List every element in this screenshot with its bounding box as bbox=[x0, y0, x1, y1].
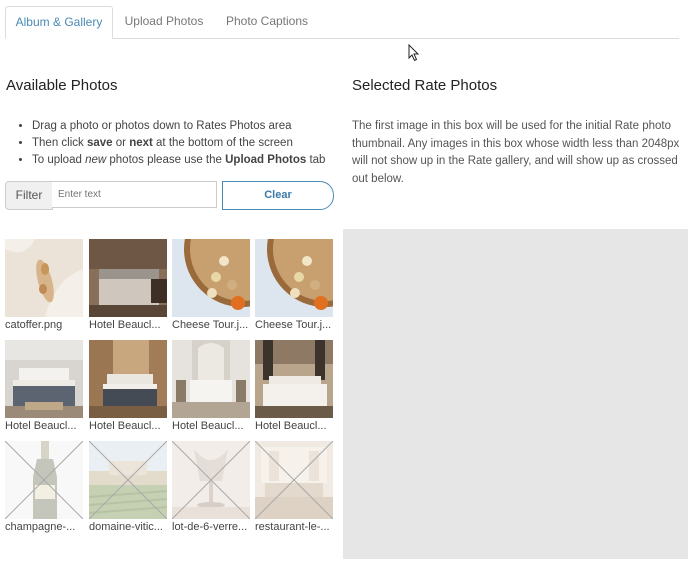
available-photos-heading: Available Photos bbox=[6, 77, 118, 94]
photo-tile[interactable]: Hotel Beaucl... bbox=[89, 340, 167, 432]
selected-rate-photos-drop-area[interactable] bbox=[343, 229, 688, 559]
photo-thumbnail bbox=[255, 340, 333, 418]
photo-caption: domaine-vitic... bbox=[89, 521, 163, 533]
crossed-out-icon bbox=[172, 441, 250, 519]
photo-caption: Hotel Beaucl... bbox=[172, 420, 244, 432]
photo-thumbnail bbox=[89, 239, 167, 317]
photo-thumbnail bbox=[5, 340, 83, 418]
photo-tile-crossed-out[interactable]: lot-de-6-verre... bbox=[172, 441, 250, 533]
photo-caption: Hotel Beaucl... bbox=[255, 420, 327, 432]
selected-photos-description: The first image in this box will be used… bbox=[352, 120, 680, 185]
crossed-out-icon bbox=[255, 441, 333, 519]
mouse-cursor-icon bbox=[408, 44, 420, 62]
photo-caption: lot-de-6-verre... bbox=[172, 521, 248, 533]
tab-album-gallery[interactable]: Album & Gallery bbox=[5, 6, 113, 39]
photo-tile-crossed-out[interactable]: domaine-vitic... bbox=[89, 441, 167, 533]
photo-tile[interactable]: Cheese Tour.j... bbox=[255, 239, 333, 331]
photo-thumbnail bbox=[255, 441, 333, 519]
photo-thumbnail bbox=[5, 239, 83, 317]
crossed-out-icon bbox=[5, 441, 83, 519]
photo-caption: champagne-... bbox=[5, 521, 76, 533]
instruction-item: Drag a photo or photos down to Rates Pho… bbox=[32, 118, 325, 135]
instruction-item: To upload new photos please use the Uplo… bbox=[32, 152, 325, 169]
photo-thumbnail bbox=[5, 441, 83, 519]
photo-tile[interactable]: Cheese Tour.j... bbox=[172, 239, 250, 331]
photo-caption: Hotel Beaucl... bbox=[5, 420, 77, 432]
photo-tile[interactable]: Hotel Beaucl... bbox=[89, 239, 167, 331]
photo-caption: Hotel Beaucl... bbox=[89, 420, 161, 432]
photo-thumbnail bbox=[172, 239, 250, 317]
photo-tile-crossed-out[interactable]: restaurant-le-... bbox=[255, 441, 333, 533]
photo-caption: Cheese Tour.j... bbox=[172, 319, 249, 331]
clear-button[interactable]: Clear bbox=[222, 181, 334, 210]
photo-tile[interactable]: Hotel Beaucl... bbox=[5, 340, 83, 432]
photo-caption: catoffer.png bbox=[5, 319, 63, 331]
tab-upload-photos[interactable]: Upload Photos bbox=[115, 6, 213, 37]
tab-bar: Album & Gallery Upload Photos Photo Capt… bbox=[5, 6, 679, 39]
instructions-list: Drag a photo or photos down to Rates Pho… bbox=[18, 118, 325, 169]
photo-thumbnail bbox=[172, 340, 250, 418]
photo-tile[interactable]: Hotel Beaucl... bbox=[255, 340, 333, 432]
photo-tile[interactable]: catoffer.png bbox=[5, 239, 83, 331]
photo-thumbnail bbox=[255, 239, 333, 317]
filter-label: Filter bbox=[5, 181, 53, 210]
photo-caption: restaurant-le-... bbox=[255, 521, 330, 533]
selected-rate-photos-heading: Selected Rate Photos bbox=[352, 77, 498, 94]
photo-tile[interactable]: Hotel Beaucl... bbox=[172, 340, 250, 432]
photo-caption: Hotel Beaucl... bbox=[89, 319, 161, 331]
instruction-item: Then click save or next at the bottom of… bbox=[32, 135, 325, 152]
photo-thumbnail bbox=[172, 441, 250, 519]
filter-input[interactable] bbox=[52, 181, 217, 208]
filter-bar: Filter Clear bbox=[5, 181, 334, 210]
photo-thumbnail bbox=[89, 441, 167, 519]
photo-thumbnail bbox=[89, 340, 167, 418]
crossed-out-icon bbox=[89, 441, 167, 519]
photo-tile-crossed-out[interactable]: champagne-... bbox=[5, 441, 83, 533]
tab-photo-captions[interactable]: Photo Captions bbox=[217, 6, 317, 37]
photo-caption: Cheese Tour.j... bbox=[255, 319, 332, 331]
